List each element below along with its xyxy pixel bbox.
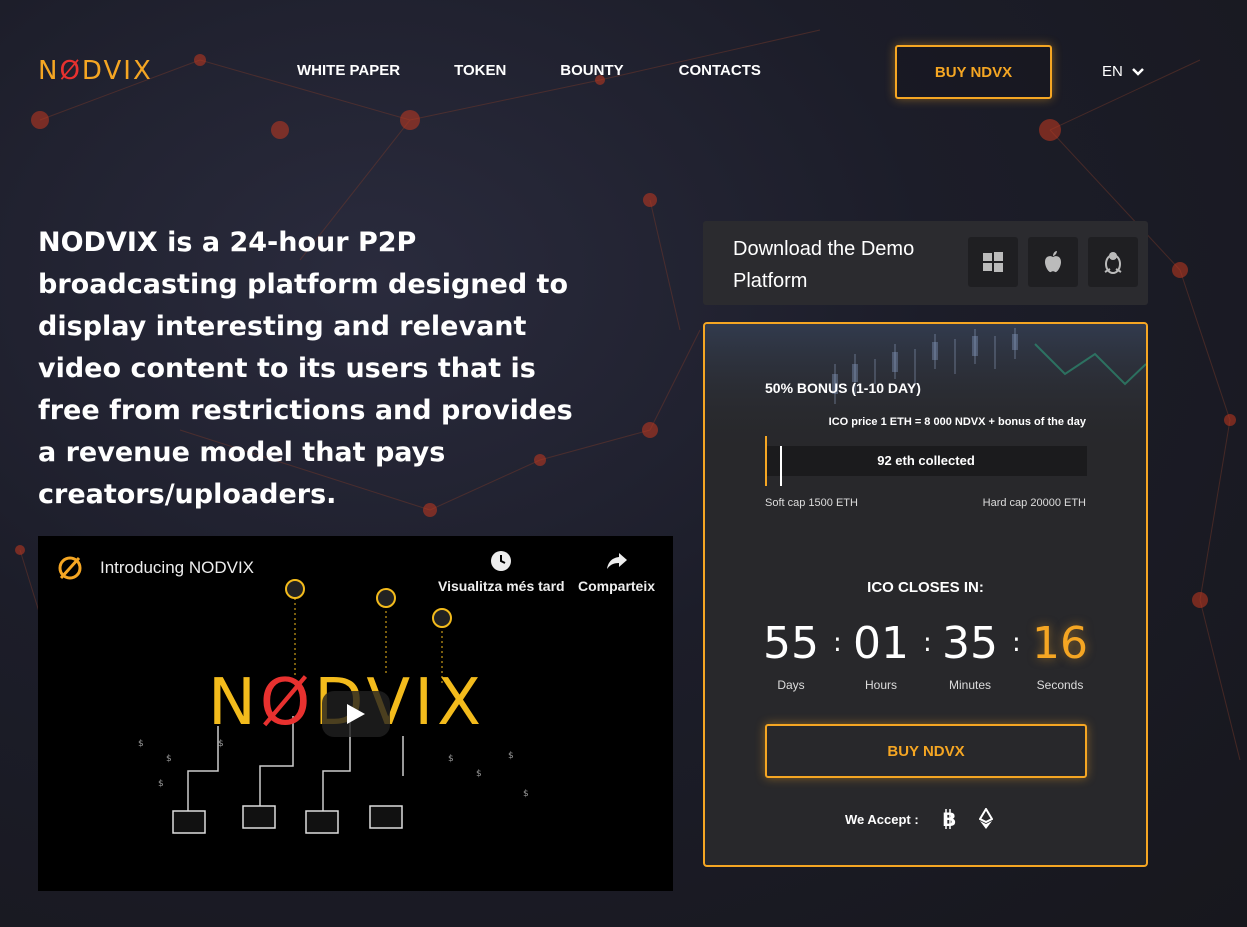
countdown-seconds: 16 Seconds: [1020, 614, 1100, 692]
accepted-currencies: We Accept : B: [845, 808, 993, 830]
seconds-value: 16: [1032, 618, 1088, 669]
seconds-label: Seconds: [1036, 678, 1084, 692]
we-accept-label: We Accept :: [845, 811, 919, 827]
hours-value: 01: [853, 618, 909, 669]
svg-text:$: $: [476, 769, 482, 779]
hours-label: Hours: [864, 678, 897, 692]
days-label: Days: [777, 678, 805, 692]
buy-ndvx-header-label: BUY NDVX: [934, 63, 1013, 81]
svg-text:$: $: [158, 779, 164, 789]
play-button[interactable]: [322, 691, 390, 737]
ico-closes-label: ICO CLOSES IN:: [867, 579, 984, 596]
apple-download-button[interactable]: [1028, 237, 1078, 287]
buy-ndvx-button[interactable]: BUY NDVX: [765, 724, 1087, 778]
language-label: EN: [1102, 63, 1123, 80]
play-icon: [347, 704, 365, 724]
nav-white-paper[interactable]: WHITE PAPER: [297, 62, 400, 79]
linux-download-button[interactable]: [1088, 237, 1138, 287]
ico-price-label: ICO price 1 ETH = 8 000 NDVX + bonus of …: [828, 416, 1086, 428]
svg-text:$: $: [166, 754, 172, 764]
linux-icon: [1104, 252, 1122, 274]
buy-ndvx-label: BUY NDVX: [887, 742, 965, 760]
svg-text:$: $: [138, 739, 144, 749]
nav-bounty[interactable]: BOUNTY: [560, 62, 623, 79]
countdown-minutes: 35 Minutes: [930, 614, 1010, 692]
svg-text:$: $: [448, 754, 454, 764]
ethereum-icon: [978, 808, 993, 829]
collected-progress-bar: 92 eth collected: [765, 436, 1087, 486]
countdown-timer: 55 Days : 01 Hours : 35 Minutes : 16 Sec…: [747, 614, 1146, 694]
svg-text:B: B: [942, 809, 956, 829]
demo-download-text: Download the Demo Platform: [733, 238, 915, 292]
hero-description: NODVIX is a 24-hour P2P broadcasting pla…: [38, 227, 573, 510]
svg-text:$: $: [218, 739, 224, 749]
collected-label: 92 eth collected: [877, 453, 975, 468]
countdown-days: 55 Days: [751, 614, 831, 692]
minutes-value: 35: [942, 618, 998, 669]
nodvix-logo[interactable]: NØDVIX: [38, 56, 153, 86]
soft-cap-label: Soft cap 1500 ETH: [765, 497, 858, 509]
demo-download-box: Download the Demo Platform: [703, 221, 1148, 305]
ico-panel: 50% BONUS (1-10 DAY) ICO price 1 ETH = 8…: [703, 322, 1148, 867]
windows-download-button[interactable]: [968, 237, 1018, 287]
bonus-label: 50% BONUS (1-10 DAY): [765, 380, 921, 396]
apple-icon: [1045, 251, 1061, 273]
bitcoin-icon: B: [942, 809, 956, 829]
days-value: 55: [763, 618, 819, 669]
language-selector[interactable]: EN: [1102, 63, 1145, 80]
logo-slashed-o: Ø: [59, 56, 82, 86]
intro-video-player[interactable]: Introducing NODVIX Visualitza més tard C…: [38, 536, 673, 891]
hard-cap-label: Hard cap 20000 ETH: [982, 497, 1086, 509]
countdown-hours: 01 Hours: [841, 614, 921, 692]
main-nav: WHITE PAPER TOKEN BOUNTY CONTACTS: [297, 62, 761, 79]
buy-ndvx-header-button[interactable]: BUY NDVX: [895, 45, 1052, 99]
nav-contacts[interactable]: CONTACTS: [679, 62, 761, 79]
logo-text: NØDVIX: [38, 56, 153, 86]
svg-text:$: $: [523, 789, 529, 799]
chevron-down-icon: [1131, 67, 1144, 76]
nav-token[interactable]: TOKEN: [454, 62, 506, 79]
logo-slashed-o: Ø: [259, 666, 315, 740]
svg-text:$: $: [508, 751, 514, 761]
minutes-label: Minutes: [948, 678, 992, 692]
windows-icon: [983, 252, 1003, 272]
